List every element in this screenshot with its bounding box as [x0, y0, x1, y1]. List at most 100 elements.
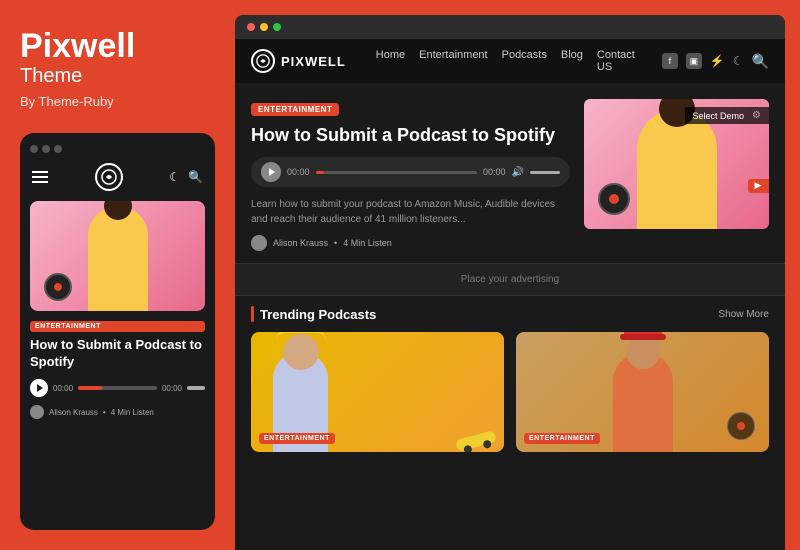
browser-dot-yellow[interactable]	[260, 23, 268, 31]
mockup-read-time-text: 4 Min Listen	[111, 408, 154, 417]
browser-titlebar	[235, 15, 785, 39]
gear-icon[interactable]: ⚙	[752, 110, 761, 121]
trending-title: Trending Podcasts	[260, 307, 376, 322]
trending-cards: ENTERTAINMENT	[251, 332, 769, 452]
mockup-avatar	[30, 405, 44, 419]
hero-waveform-fill	[316, 171, 324, 174]
mockup-author-name: Alison Krauss	[49, 408, 98, 417]
browser-nav-links: Home Entertainment Podcasts Blog Contact…	[376, 49, 642, 73]
card-2-brim	[620, 334, 666, 340]
mockup-person	[88, 206, 148, 311]
hero-time-total: 00:00	[483, 167, 506, 177]
mockup-article-title: How to Submit a Podcast to Spotify	[30, 337, 205, 371]
mockup-window-controls	[30, 145, 205, 153]
mockup-dot-1	[30, 145, 38, 153]
browser-brand-name: PIXWELL	[281, 54, 346, 69]
browser-panel: PIXWELL Home Entertainment Podcasts Blog…	[235, 15, 785, 550]
facebook-icon[interactable]: f	[662, 53, 678, 69]
browser-logo-icon	[251, 49, 275, 73]
browser-dot-green[interactable]	[273, 23, 281, 31]
mockup-play-button[interactable]	[30, 379, 48, 397]
card-2-badge: ENTERTAINMENT	[524, 433, 600, 444]
brand-subtitle: Theme	[20, 65, 215, 88]
hero-read-time: 4 Min Listen	[343, 238, 392, 248]
card-1-headphones	[276, 332, 326, 340]
show-more-link[interactable]: Show More	[718, 309, 769, 320]
mockup-time-total: 00:00	[162, 384, 182, 393]
nav-contact[interactable]: Contact US	[597, 49, 642, 73]
mockup-waveform	[78, 386, 157, 390]
trending-section: Trending Podcasts Show More	[235, 296, 785, 550]
left-panel: Pixwell Theme By Theme-Ruby ☾ 🔍	[0, 0, 235, 550]
hero-section: ENTERTAINMENT How to Submit a Podcast to…	[235, 83, 785, 263]
mockup-dot-2	[42, 145, 50, 153]
mockup-logo	[95, 163, 123, 191]
moon-icon[interactable]: ☾	[169, 170, 180, 184]
trending-header: Trending Podcasts Show More	[251, 306, 769, 322]
hero-time-elapsed: 00:00	[287, 167, 310, 177]
browser-brand: PIXWELL	[251, 49, 346, 73]
card-2-head	[626, 335, 660, 369]
mockup-dot-3	[54, 145, 62, 153]
browser-main: ENTERTAINMENT How to Submit a Podcast to…	[235, 83, 785, 550]
skateboard-icon	[455, 430, 497, 452]
trending-title-wrap: Trending Podcasts	[251, 306, 376, 322]
nav-entertainment[interactable]: Entertainment	[419, 49, 487, 73]
mockup-player: 00:00 00:00	[30, 379, 205, 397]
hero-description: Learn how to submit your podcast to Amaz…	[251, 197, 570, 227]
hero-text: ENTERTAINMENT How to Submit a Podcast to…	[251, 99, 584, 251]
card-2-person	[613, 352, 673, 452]
mockup-volume[interactable]	[187, 386, 205, 390]
mockup-time-elapsed: 00:00	[53, 384, 73, 393]
brand-by: By Theme-Ruby	[20, 94, 215, 109]
nav-home[interactable]: Home	[376, 49, 405, 73]
browser-navbar: PIXWELL Home Entertainment Podcasts Blog…	[235, 39, 785, 83]
card-2-vinyl	[727, 412, 755, 440]
hero-image-person	[637, 109, 717, 229]
nav-podcasts[interactable]: Podcasts	[502, 49, 547, 73]
hero-author-name: Alison Krauss	[273, 238, 328, 248]
mockup-waveform-fill	[78, 386, 102, 390]
card-1-badge: ENTERTAINMENT	[259, 433, 335, 444]
mobile-mockup: ☾ 🔍 ENTERTAINMENT How to Submit a Podcas…	[20, 133, 215, 530]
hero-waveform	[316, 171, 477, 174]
mockup-badge: ENTERTAINMENT	[30, 321, 205, 332]
hero-play-button[interactable]	[261, 162, 281, 182]
mockup-read-time: •	[103, 408, 106, 417]
hero-bullet: •	[334, 238, 337, 248]
card-2-body	[613, 352, 673, 452]
search-nav-icon[interactable]: 🔍	[752, 53, 769, 70]
hamburger-icon[interactable]	[32, 171, 48, 183]
hero-volume-bar[interactable]	[530, 171, 560, 174]
hero-author-row: Alison Krauss • 4 Min Listen	[251, 235, 570, 251]
lightning-icon: ⚡	[710, 54, 725, 68]
ad-banner: Place your advertising	[235, 263, 785, 296]
search-icon[interactable]: 🔍	[188, 170, 203, 184]
instagram-icon[interactable]: ▣	[686, 53, 702, 69]
hero-image: Select Demo ⚙ ▶	[584, 99, 769, 229]
ad-banner-text: Place your advertising	[461, 274, 559, 285]
mockup-nav-icons: ☾ 🔍	[169, 170, 203, 184]
select-demo-label[interactable]: Select Demo	[693, 111, 745, 121]
brand-title: Pixwell	[20, 28, 215, 65]
hero-badge: ENTERTAINMENT	[251, 103, 339, 116]
hero-avatar	[251, 235, 267, 251]
hero-player: 00:00 00:00 🔊	[251, 157, 570, 187]
hero-volume-icon[interactable]: 🔊	[512, 167, 524, 178]
moon-nav-icon[interactable]: ☾	[733, 54, 744, 68]
mockup-vinyl-icon	[44, 273, 72, 301]
select-demo-bar: Select Demo ⚙	[685, 107, 770, 124]
select-demo-tab[interactable]: ▶	[748, 179, 769, 193]
hero-title: How to Submit a Podcast to Spotify	[251, 124, 570, 147]
trending-card-1: ENTERTAINMENT	[251, 332, 504, 452]
trending-accent-bar	[251, 306, 254, 322]
nav-blog[interactable]: Blog	[561, 49, 583, 73]
trending-card-2: ENTERTAINMENT	[516, 332, 769, 452]
browser-content: ENTERTAINMENT How to Submit a Podcast to…	[235, 83, 785, 550]
mockup-author-row: Alison Krauss • 4 Min Listen	[30, 405, 205, 419]
hero-image-vinyl	[598, 183, 630, 215]
mockup-hero-image	[30, 201, 205, 311]
browser-nav-right: f ▣ ⚡ ☾ 🔍	[662, 53, 769, 70]
browser-dot-red[interactable]	[247, 23, 255, 31]
mockup-topbar: ☾ 🔍	[30, 163, 205, 191]
